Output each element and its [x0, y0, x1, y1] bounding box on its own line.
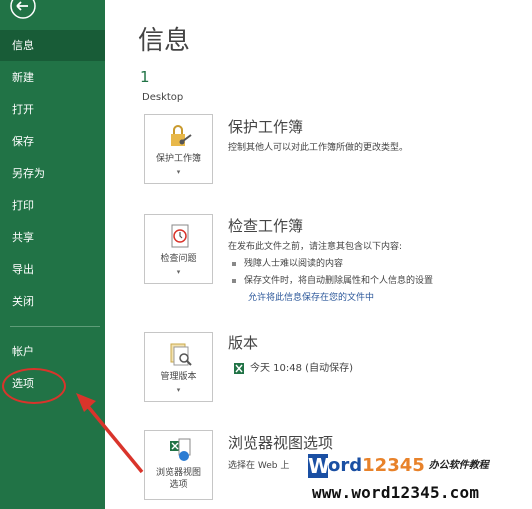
sidebar-divider — [10, 326, 100, 327]
manage-versions-label: 管理版本 — [160, 372, 197, 382]
browser-view-options-title: 浏览器视图选项 — [228, 434, 334, 452]
sidebar-item-save[interactable]: 保存 — [0, 126, 105, 157]
allow-save-info-link[interactable]: 允许将此信息保存在您的文件中 — [248, 290, 374, 303]
inspect-bullet: 保存文件时，将自动删除属性和个人信息的设置 — [232, 273, 433, 286]
check-for-issues-button[interactable]: 检查问题 ▾ — [144, 214, 213, 284]
highlight-ellipse — [2, 368, 66, 404]
chevron-down-icon: ▾ — [176, 386, 181, 394]
check-for-issues-label: 检查问题 — [160, 254, 197, 264]
protect-workbook-label: 保护工作簿 — [155, 154, 201, 164]
inspect-workbook-title: 检查工作簿 — [228, 217, 304, 235]
sidebar-item-info[interactable]: 信息 — [0, 30, 105, 61]
protect-workbook-desc: 控制其他人可以对此工作簿所做的更改类型。 — [228, 143, 409, 153]
browser-view-icon — [170, 438, 191, 461]
inspect-document-icon — [171, 224, 189, 248]
sidebar-item-close[interactable]: 关闭 — [0, 286, 105, 317]
sidebar-item-print[interactable]: 打印 — [0, 190, 105, 221]
sidebar-item-open[interactable]: 打开 — [0, 94, 105, 125]
manage-versions-icon — [170, 343, 192, 366]
version-entry[interactable]: 今天 10:48 (自动保存) — [234, 359, 353, 374]
version-entry-label: 今天 10:48 (自动保存) — [250, 363, 353, 374]
sidebar-item-export[interactable]: 导出 — [0, 254, 105, 285]
document-location: Desktop — [142, 92, 184, 103]
chevron-down-icon: ▾ — [176, 268, 181, 276]
sidebar-item-share[interactable]: 共享 — [0, 222, 105, 253]
sidebar-item-account[interactable]: 帐户 — [0, 336, 105, 367]
lock-key-icon — [171, 125, 192, 146]
chevron-down-icon: ▾ — [176, 168, 181, 176]
page-title: 信息 — [138, 26, 191, 56]
back-arrow-icon[interactable] — [8, 0, 38, 22]
versions-title: 版本 — [228, 334, 259, 352]
browser-view-options-label: 浏览器视图 选项 — [155, 468, 201, 490]
sidebar-item-save-as[interactable]: 另存为 — [0, 158, 105, 189]
manage-versions-button[interactable]: 管理版本 ▾ — [144, 332, 213, 402]
browser-view-options-desc: 选择在 Web 上 — [228, 461, 290, 471]
excel-file-icon — [234, 362, 244, 374]
browser-view-options-button[interactable]: 浏览器视图 选项 — [144, 430, 213, 500]
document-name: 1 — [140, 68, 150, 86]
sidebar-item-new[interactable]: 新建 — [0, 62, 105, 93]
inspect-workbook-desc: 在发布此文件之前，请注意其包含以下内容: — [228, 242, 403, 252]
backstage-sidebar: 信息 新建 打开 保存 另存为 打印 共享 导出 关闭 帐户 选项 — [0, 0, 105, 509]
inspect-bullet: 残障人士难以阅读的内容 — [232, 256, 343, 269]
protect-workbook-button[interactable]: 保护工作簿 ▾ — [144, 114, 213, 184]
watermark-logo: Word12345 办公软件教程 — [308, 454, 489, 478]
protect-workbook-title: 保护工作簿 — [228, 118, 304, 136]
watermark-url: www.word12345.com — [312, 483, 480, 502]
